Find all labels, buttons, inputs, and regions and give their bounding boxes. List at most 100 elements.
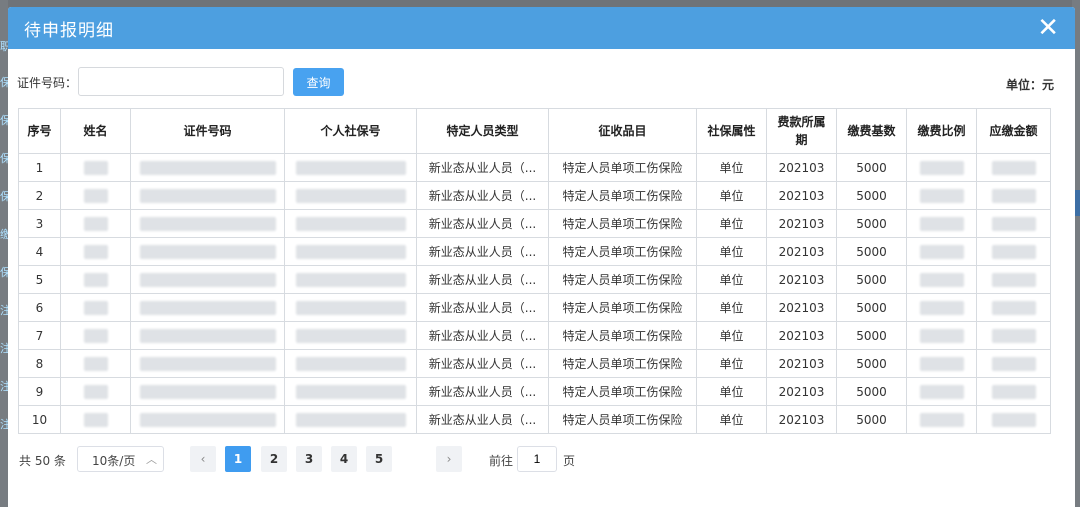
cell-seq: 10 (18, 405, 61, 434)
cell-id-number-redacted (130, 405, 285, 434)
table-row[interactable]: 9 新业态从业人员（... 特定人员单项工伤保险 单位 202103 5000 (18, 377, 1051, 406)
cell-payment-ratio-redacted (906, 209, 977, 238)
redacted-block (919, 356, 964, 371)
table-row[interactable]: 4 新业态从业人员（... 特定人员单项工伤保险 单位 202103 5000 (18, 237, 1051, 266)
table-row[interactable]: 2 新业态从业人员（... 特定人员单项工伤保险 单位 202103 5000 (18, 181, 1051, 210)
query-button[interactable]: 查询 (293, 68, 344, 96)
redacted-block (991, 272, 1036, 287)
column-header: 序号 (18, 108, 61, 154)
cell-payment-base: 5000 (836, 377, 907, 406)
cell-social-security-no-redacted (284, 181, 417, 210)
table-row[interactable]: 7 新业态从业人员（... 特定人员单项工伤保险 单位 202103 5000 (18, 321, 1051, 350)
goto-label: 前往 (489, 454, 514, 468)
column-header: 征收品目 (548, 108, 697, 154)
cell-name-redacted (60, 153, 131, 182)
table-row[interactable]: 5 新业态从业人员（... 特定人员单项工伤保险 单位 202103 5000 (18, 265, 1051, 294)
cell-name-redacted (60, 349, 131, 378)
background-text-fragment: 注 (0, 304, 8, 316)
page-button-5[interactable]: 5 (366, 446, 392, 472)
table-row[interactable]: 10 新业态从业人员（... 特定人员单项工伤保险 单位 202103 5000 (18, 405, 1051, 434)
redacted-block (139, 356, 276, 371)
cell-social-attr: 单位 (696, 181, 767, 210)
cell-social-attr: 单位 (696, 405, 767, 434)
page-button-4[interactable]: 4 (331, 446, 357, 472)
redacted-block (919, 216, 964, 231)
cell-personnel-type: 新业态从业人员（... (416, 405, 549, 434)
background-text-fragment: 保 (0, 152, 8, 164)
cell-payment-base: 5000 (836, 293, 907, 322)
goto-suffix: 页 (563, 454, 576, 468)
redacted-block (83, 356, 108, 371)
redacted-block (919, 160, 964, 175)
cell-personnel-type: 新业态从业人员（... (416, 181, 549, 210)
page-button-3[interactable]: 3 (296, 446, 322, 472)
cell-social-attr: 单位 (696, 265, 767, 294)
cell-amount-due-redacted (976, 293, 1051, 322)
cell-amount-due-redacted (976, 153, 1051, 182)
cell-collection-item: 特定人员单项工伤保险 (548, 153, 697, 182)
table-row[interactable]: 6 新业态从业人员（... 特定人员单项工伤保险 单位 202103 5000 (18, 293, 1051, 322)
chevron-left-icon[interactable]: ‹ (190, 446, 216, 472)
cell-seq: 4 (18, 237, 61, 266)
cell-seq: 2 (18, 181, 61, 210)
cell-payment-base: 5000 (836, 265, 907, 294)
search-toolbar: 证件号码： 查询 单位：元 (17, 67, 1054, 97)
cell-social-attr: 单位 (696, 237, 767, 266)
page-size-select[interactable]: 10条/页 ︿ (77, 446, 164, 472)
close-icon[interactable]: ✕ (1037, 15, 1059, 41)
background-text-fragment: 保 (0, 76, 8, 88)
redacted-block (295, 160, 406, 175)
cell-social-security-no-redacted (284, 265, 417, 294)
cell-seq: 8 (18, 349, 61, 378)
redacted-block (139, 412, 276, 427)
cell-fee-period: 202103 (766, 349, 837, 378)
dialog-title: 待申报明细 (24, 20, 114, 41)
redacted-block (991, 384, 1036, 399)
cell-payment-ratio-redacted (906, 293, 977, 322)
cell-seq: 1 (18, 153, 61, 182)
goto-page-input[interactable] (517, 446, 557, 472)
column-header: 费款所属期 (766, 108, 837, 154)
cell-seq: 3 (18, 209, 61, 238)
column-header: 特定人员类型 (416, 108, 549, 154)
redacted-block (919, 272, 964, 287)
redacted-block (139, 300, 276, 315)
table-row[interactable]: 1 新业态从业人员（... 特定人员单项工伤保险 单位 202103 5000 (18, 153, 1051, 182)
cell-id-number-redacted (130, 377, 285, 406)
redacted-block (991, 216, 1036, 231)
column-header: 个人社保号 (284, 108, 417, 154)
redacted-block (83, 412, 108, 427)
cell-amount-due-redacted (976, 181, 1051, 210)
redacted-block (295, 356, 406, 371)
redacted-block (295, 216, 406, 231)
cell-amount-due-redacted (976, 209, 1051, 238)
column-header: 应缴金额 (976, 108, 1051, 154)
redacted-block (295, 300, 406, 315)
table-row[interactable]: 8 新业态从业人员（... 特定人员单项工伤保险 单位 202103 5000 (18, 349, 1051, 378)
redacted-block (295, 272, 406, 287)
id-number-search-input[interactable] (78, 67, 284, 96)
page-button-2[interactable]: 2 (261, 446, 287, 472)
cell-personnel-type: 新业态从业人员（... (416, 153, 549, 182)
redacted-block (991, 244, 1036, 259)
cell-fee-period: 202103 (766, 237, 837, 266)
cell-collection-item: 特定人员单项工伤保险 (548, 265, 697, 294)
cell-payment-ratio-redacted (906, 349, 977, 378)
table-row[interactable]: 3 新业态从业人员（... 特定人员单项工伤保险 单位 202103 5000 (18, 209, 1051, 238)
redacted-block (295, 384, 406, 399)
cell-social-attr: 单位 (696, 209, 767, 238)
cell-social-attr: 单位 (696, 293, 767, 322)
cell-payment-ratio-redacted (906, 153, 977, 182)
background-text-fragment: 注 (0, 342, 8, 354)
redacted-block (83, 328, 108, 343)
redacted-block (295, 188, 406, 203)
redacted-block (919, 328, 964, 343)
cell-payment-base: 5000 (836, 153, 907, 182)
redacted-block (139, 216, 276, 231)
cell-fee-period: 202103 (766, 265, 837, 294)
pagination: 共 50 条 10条/页 ︿ ‹ 1 2 3 4 5 › 前往 页 (17, 446, 1057, 472)
chevron-right-icon[interactable]: › (436, 446, 462, 472)
cell-payment-base: 5000 (836, 349, 907, 378)
redacted-block (991, 188, 1036, 203)
page-button-1[interactable]: 1 (225, 446, 251, 472)
